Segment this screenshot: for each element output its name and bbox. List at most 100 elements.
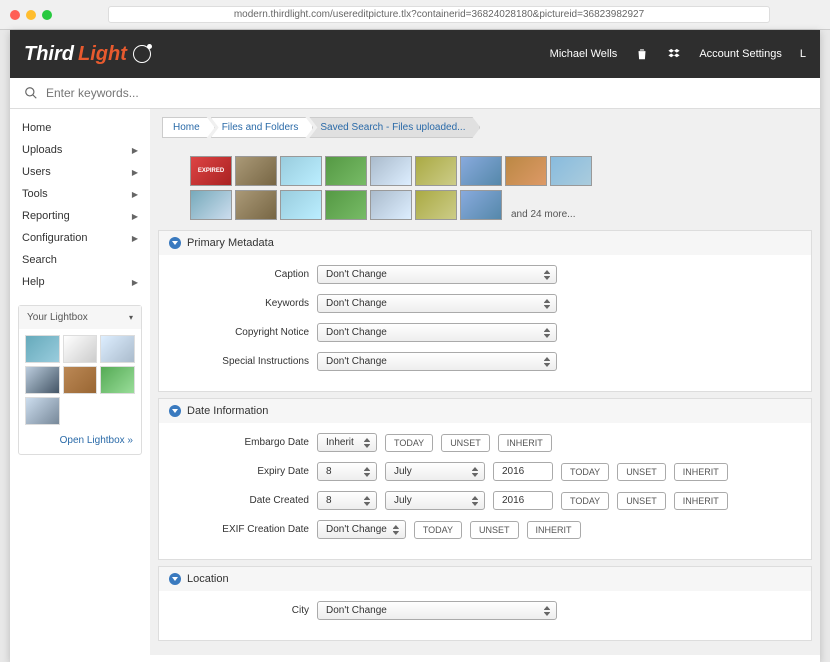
- lightbox-thumb[interactable]: [63, 335, 98, 363]
- lightbox-thumb[interactable]: [25, 397, 60, 425]
- search-input[interactable]: [46, 86, 806, 100]
- thumb[interactable]: [415, 190, 457, 220]
- thumb[interactable]: [460, 156, 502, 186]
- nav-users[interactable]: Users▶: [10, 161, 150, 183]
- label-caption: Caption: [179, 269, 309, 280]
- select-created-month[interactable]: July: [385, 491, 485, 510]
- url-bar[interactable]: modern.thirdlight.com/usereditpicture.tl…: [108, 6, 770, 23]
- select-expiry-day[interactable]: 8: [317, 462, 377, 481]
- account-settings-link[interactable]: Account Settings: [699, 48, 782, 60]
- user-menu[interactable]: Michael Wells: [550, 48, 618, 60]
- select-exif[interactable]: Don't Change: [317, 520, 406, 539]
- chevron-right-icon: ▶: [132, 212, 138, 221]
- input-expiry-year[interactable]: [493, 462, 553, 481]
- search-icon: [24, 86, 38, 100]
- lightbox-thumb[interactable]: [100, 335, 135, 363]
- crumb-saved-search[interactable]: Saved Search - Files uploaded...: [309, 117, 480, 138]
- thumb[interactable]: [280, 156, 322, 186]
- row-special: Special Instructions Don't Change: [179, 352, 791, 371]
- logo[interactable]: ThirdLight: [24, 43, 151, 66]
- select-expiry-month[interactable]: July: [385, 462, 485, 481]
- input-created-year[interactable]: [493, 491, 553, 510]
- section-title: Date Information: [187, 405, 268, 417]
- chevron-right-icon: ▶: [132, 146, 138, 155]
- chevron-down-icon: ▾: [129, 313, 133, 322]
- nav-uploads[interactable]: Uploads▶: [10, 139, 150, 161]
- logo-second: Light: [78, 43, 127, 66]
- row-copyright: Copyright Notice Don't Change: [179, 323, 791, 342]
- unset-button[interactable]: UNSET: [617, 492, 666, 510]
- dropbox-button[interactable]: [667, 47, 681, 61]
- nav-home[interactable]: Home: [10, 117, 150, 139]
- nav-reporting[interactable]: Reporting▶: [10, 205, 150, 227]
- window-maximize-icon[interactable]: [42, 10, 52, 20]
- lightbox-thumb[interactable]: [100, 366, 135, 394]
- crumb-home[interactable]: Home: [162, 117, 215, 138]
- select-city[interactable]: Don't Change: [317, 601, 557, 620]
- section-header-date[interactable]: Date Information: [159, 399, 811, 423]
- today-button[interactable]: TODAY: [561, 492, 609, 510]
- lightbox-thumb[interactable]: [25, 335, 60, 363]
- logout-link[interactable]: L: [800, 48, 806, 60]
- inherit-button[interactable]: INHERIT: [527, 521, 581, 539]
- today-button[interactable]: TODAY: [385, 434, 433, 452]
- nav-configuration[interactable]: Configuration▶: [10, 227, 150, 249]
- thumb[interactable]: [235, 156, 277, 186]
- open-lightbox-link[interactable]: Open Lightbox »: [19, 431, 141, 454]
- thumb[interactable]: [190, 190, 232, 220]
- thumb[interactable]: [370, 190, 412, 220]
- inherit-button[interactable]: INHERIT: [674, 463, 728, 481]
- user-name: Michael Wells: [550, 48, 618, 60]
- select-created-day[interactable]: 8: [317, 491, 377, 510]
- select-caption[interactable]: Don't Change: [317, 265, 557, 284]
- lightbox-grid: [19, 329, 141, 431]
- select-copyright[interactable]: Don't Change: [317, 323, 557, 342]
- lightbox-title: Your Lightbox: [27, 312, 88, 323]
- inherit-button[interactable]: INHERIT: [498, 434, 552, 452]
- nav-help[interactable]: Help▶: [10, 271, 150, 293]
- nav-tools[interactable]: Tools▶: [10, 183, 150, 205]
- breadcrumbs: Home Files and Folders Saved Search - Fi…: [150, 109, 820, 146]
- today-button[interactable]: TODAY: [414, 521, 462, 539]
- inherit-button[interactable]: INHERIT: [674, 492, 728, 510]
- lightbox-header[interactable]: Your Lightbox ▾: [19, 306, 141, 329]
- label-embargo: Embargo Date: [179, 437, 309, 448]
- crumb-files[interactable]: Files and Folders: [211, 117, 314, 138]
- window-minimize-icon[interactable]: [26, 10, 36, 20]
- nav-search[interactable]: Search: [10, 249, 150, 271]
- unset-button[interactable]: UNSET: [470, 521, 519, 539]
- thumb[interactable]: [280, 190, 322, 220]
- select-keywords[interactable]: Don't Change: [317, 294, 557, 313]
- collapse-icon: [169, 573, 181, 585]
- section-header-location[interactable]: Location: [159, 567, 811, 591]
- thumb[interactable]: [415, 156, 457, 186]
- row-embargo: Embargo Date Inherit TODAY UNSET INHERIT: [179, 433, 791, 452]
- dropbox-icon: [667, 47, 681, 61]
- main-content: Home Files and Folders Saved Search - Fi…: [150, 109, 820, 655]
- thumb-expired[interactable]: [190, 156, 232, 186]
- thumb[interactable]: [550, 156, 592, 186]
- label-created: Date Created: [179, 495, 309, 506]
- section-header-primary[interactable]: Primary Metadata: [159, 231, 811, 255]
- lightbox-thumb[interactable]: [63, 366, 98, 394]
- unset-button[interactable]: UNSET: [617, 463, 666, 481]
- window-close-icon[interactable]: [10, 10, 20, 20]
- select-embargo[interactable]: Inherit: [317, 433, 377, 452]
- today-button[interactable]: TODAY: [561, 463, 609, 481]
- thumb[interactable]: [325, 190, 367, 220]
- thumb[interactable]: [460, 190, 502, 220]
- thumb[interactable]: [235, 190, 277, 220]
- select-special[interactable]: Don't Change: [317, 352, 557, 371]
- unset-button[interactable]: UNSET: [441, 434, 490, 452]
- thumb[interactable]: [325, 156, 367, 186]
- sidebar: Home Uploads▶ Users▶ Tools▶ Reporting▶ C…: [10, 109, 150, 655]
- row-caption: Caption Don't Change: [179, 265, 791, 284]
- lightbox-thumb[interactable]: [25, 366, 60, 394]
- section-title: Location: [187, 573, 229, 585]
- thumb[interactable]: [370, 156, 412, 186]
- label-special: Special Instructions: [179, 356, 309, 367]
- label-exif: EXIF Creation Date: [179, 524, 309, 535]
- trash-button[interactable]: [635, 47, 649, 61]
- label-copyright: Copyright Notice: [179, 327, 309, 338]
- thumb[interactable]: [505, 156, 547, 186]
